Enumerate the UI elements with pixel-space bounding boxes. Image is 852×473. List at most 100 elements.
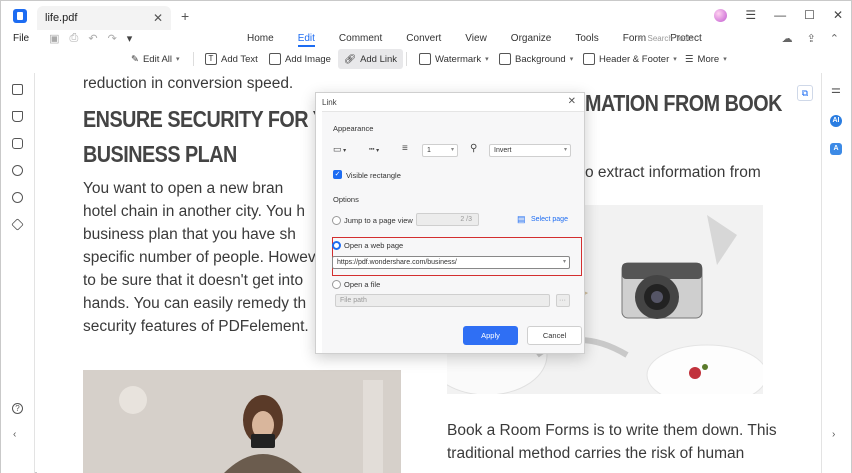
right-sidebar: ⚌ AI A › [821,73,851,473]
document-tab[interactable]: life.pdf ✕ [37,6,171,30]
left-body-line: hands. You can easily remedy th [83,295,307,312]
menu-bar: File ▣ ⎙ ↶ ↷ ▾ Home Edit Comment Convert… [1,29,851,47]
search-icon: ⌕ [639,33,644,42]
new-tab-icon[interactable]: + [181,8,189,24]
jump-page-radio[interactable] [332,216,341,225]
web-page-radio[interactable] [332,241,341,250]
save-icon[interactable]: ▣ [49,32,59,45]
edit-all-button[interactable]: ✎ Edit All ▾ [125,49,186,69]
cloud-icon[interactable]: ☁ [782,32,793,45]
highlight-select[interactable]: Invert ▾ [489,144,571,157]
line-width-select[interactable]: 1 ▾ [422,144,458,157]
avatar[interactable] [714,8,728,22]
watermark-button[interactable]: Watermark ▾ [413,49,495,69]
highlight-value: Invert [494,147,512,154]
link-dialog: Link ✕ Appearance ▭ ▾ ┅ ▾ ≡ 1 ▾ ⚲ Invert ▾… [315,92,585,354]
dropdown-icon[interactable]: ▾ [127,32,133,45]
search-tools[interactable]: ⌕ Search Tools [639,33,694,43]
open-file-radio[interactable] [332,280,341,289]
url-input[interactable]: https://pdf.wondershare.com/business/ ▾ [332,256,570,269]
collapse-right-icon[interactable]: › [832,429,835,440]
visible-rectangle-checkbox[interactable]: ✓ [333,170,342,179]
translate-icon[interactable]: A [830,143,842,155]
close-window-icon[interactable]: ✕ [833,8,843,22]
select-page-link[interactable]: Select page [531,216,568,223]
menu-organize[interactable]: Organize [499,33,564,44]
window-controls: ☰ — ☐ ✕ [714,8,843,22]
cancel-button[interactable]: Cancel [527,326,582,345]
redo-icon[interactable]: ↷ [108,32,117,45]
chevron-down-icon: ▾ [563,147,567,153]
menu-edit[interactable]: Edit [286,33,327,47]
apply-button[interactable]: Apply [463,326,518,345]
chevron-down-icon: ▾ [341,148,347,154]
add-image-button[interactable]: Add Image [263,49,337,69]
menu-view[interactable]: View [453,33,499,44]
right-body-line: Book a Room Forms is to write them down.… [447,422,777,439]
menu-tools[interactable]: Tools [563,33,610,44]
background-label: Background [515,53,566,65]
appearance-label: Appearance [333,124,374,133]
collapse-left-icon[interactable]: ‹ [13,429,16,440]
heading-left-line1: ENSURE SECURITY FOR YO [83,106,341,132]
header-footer-button[interactable]: Header & Footer ▾ [577,49,683,69]
dialog-body: Appearance ▭ ▾ ┅ ▾ ≡ 1 ▾ ⚲ Invert ▾ ✓ Visi… [322,111,584,353]
close-icon[interactable]: ✕ [568,96,576,107]
ai-assistant-icon[interactable]: AI [830,115,842,127]
menu-right-icons: ☁ ⇪ ⌃ [782,32,839,45]
bookmark-icon[interactable] [12,111,23,122]
header-footer-icon [583,53,595,65]
menu-icon[interactable]: ☰ [745,8,756,22]
chevron-up-icon[interactable]: ⌃ [830,32,839,45]
browse-file-button[interactable]: ··· [556,294,570,307]
left-body-line: You want to open a new bran [83,180,284,197]
ocr-float-icon[interactable]: ⧉ [797,85,813,101]
menu-home[interactable]: Home [235,33,286,44]
add-text-button[interactable]: T Add Text [199,49,264,69]
chevron-down-icon: ▾ [450,147,454,153]
right-line: o extract information from [585,164,761,181]
help-icon[interactable]: ? [12,403,23,414]
file-menu[interactable]: File [13,33,29,44]
line-width-icon: ≡ [402,143,408,154]
close-tab-icon[interactable]: ✕ [153,11,163,25]
chevron-down-icon: ▾ [569,56,574,63]
left-body-line: business plan that you have sh [83,226,296,243]
add-link-button[interactable]: 🔗︎ Add Link [338,49,404,69]
attachment-icon[interactable] [9,162,26,179]
minimize-icon[interactable]: — [774,8,786,22]
toolbar-divider [193,52,194,66]
more-icon: ☰ [685,53,694,65]
rectangle-icon: ▭ [333,144,342,154]
tab-title: life.pdf [45,12,78,24]
app-window: life.pdf ✕ + ☰ — ☐ ✕ File ▣ ⎙ ↶ ↷ ▾ Home… [0,0,852,473]
page-number-input[interactable]: 2 /3 [416,213,479,226]
chevron-down-icon: ▾ [562,259,566,265]
link-icon: 🔗︎ [344,53,357,65]
woman-photo [83,370,401,473]
file-path-input[interactable]: File path [335,294,550,307]
more-button[interactable]: ☰ More ▾ [679,49,733,69]
background-button[interactable]: Background ▾ [493,49,579,69]
rectangle-style-dropdown[interactable]: ▭ ▾ [333,144,346,155]
title-bar: life.pdf ✕ + ☰ — ☐ ✕ [1,1,851,31]
properties-icon[interactable]: ⚌ [831,83,841,96]
share-icon[interactable]: ⇪ [807,32,816,45]
page-thumbnail-icon[interactable] [12,84,23,95]
menu-convert[interactable]: Convert [394,33,453,44]
heading-right: MATION FROM BOOK [585,90,782,116]
layers-icon[interactable] [11,218,24,231]
undo-icon[interactable]: ↶ [88,32,97,45]
menu-comment[interactable]: Comment [327,33,394,44]
image-icon [269,53,281,65]
print-icon[interactable]: ⎙ [70,32,79,45]
jump-page-label: Jump to a page view [344,216,413,225]
search-icon[interactable] [12,192,23,203]
visible-rectangle-label: Visible rectangle [346,171,401,180]
comment-icon[interactable] [12,138,23,149]
edit-all-label: Edit All [142,53,173,65]
line-style-dropdown[interactable]: ┅ ▾ [369,144,379,155]
body-line: reduction in conversion speed. [83,75,294,92]
left-sidebar: ? ‹ [1,73,35,473]
maximize-icon[interactable]: ☐ [804,8,815,22]
